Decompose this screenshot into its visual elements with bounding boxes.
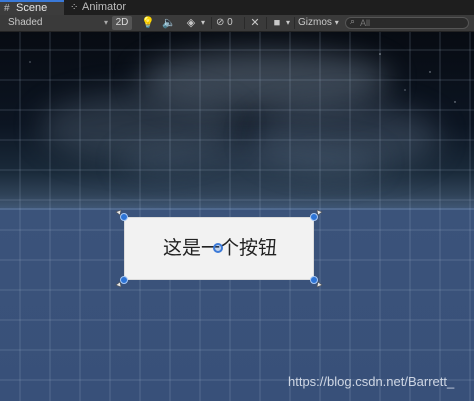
toolbar-divider xyxy=(294,17,295,29)
animator-icon: ⁘ xyxy=(70,2,79,13)
shading-mode-dropdown[interactable]: Shaded ▾ xyxy=(8,15,108,31)
gizmos-chevron-down-icon: ▾ xyxy=(334,18,339,27)
tab-scene-label: Scene xyxy=(16,2,48,14)
search-icon: ⌕ xyxy=(350,16,356,26)
toolbar-divider xyxy=(211,17,212,29)
gizmos-dropdown[interactable]: Gizmos ▾ xyxy=(298,15,340,31)
hidden-objects-toggle[interactable]: ⊘ 0 xyxy=(216,15,242,31)
scene-toolbar: Shaded ▾ 2D 💡 🔈 ◈ ▾ ⊘ 0 ✕ ■ ▾ Gizmos ▾ ⌕ xyxy=(0,15,474,32)
effects-chevron-down-icon[interactable]: ▾ xyxy=(198,15,208,31)
lighting-toggle-icon[interactable]: 💡 xyxy=(139,15,157,31)
tools-cross-icon[interactable]: ✕ xyxy=(246,15,264,31)
gizmos-label: Gizmos xyxy=(298,17,332,28)
watermark-text: https://blog.csdn.net/Barrett_ xyxy=(288,374,455,389)
hidden-objects-count: 0 xyxy=(227,17,233,28)
chevron-down-icon: ▾ xyxy=(103,18,108,27)
search-input[interactable] xyxy=(360,18,460,28)
camera-chevron-down-icon[interactable]: ▾ xyxy=(283,15,293,31)
rect-handle-top-left[interactable] xyxy=(114,208,130,224)
shading-mode-label: Shaded xyxy=(8,17,43,28)
audio-toggle-icon[interactable]: 🔈 xyxy=(160,15,178,31)
scene-search[interactable]: ⌕ xyxy=(345,16,469,29)
scene-viewport[interactable]: 这是一个按钮 https://blog.csdn.net/Barrett_ xyxy=(0,32,474,401)
toolbar-divider xyxy=(266,17,267,29)
tab-animator[interactable]: ⁘ Animator xyxy=(66,0,146,15)
tab-scene[interactable]: # Scene xyxy=(0,0,64,15)
editor-tab-bar: # Scene ⁘ Animator xyxy=(0,0,474,15)
rect-handle-bottom-left[interactable] xyxy=(114,273,130,289)
mode-2d-toggle[interactable]: 2D xyxy=(112,16,132,30)
pivot-handle[interactable] xyxy=(213,243,223,253)
scene-grid-icon: # xyxy=(4,3,10,14)
rect-handle-top-right[interactable] xyxy=(308,208,324,224)
rect-handle-bottom-right[interactable] xyxy=(308,273,324,289)
tab-animator-label: Animator xyxy=(82,1,127,13)
toolbar-divider xyxy=(244,17,245,29)
eye-slash-icon: ⊘ xyxy=(216,17,225,28)
